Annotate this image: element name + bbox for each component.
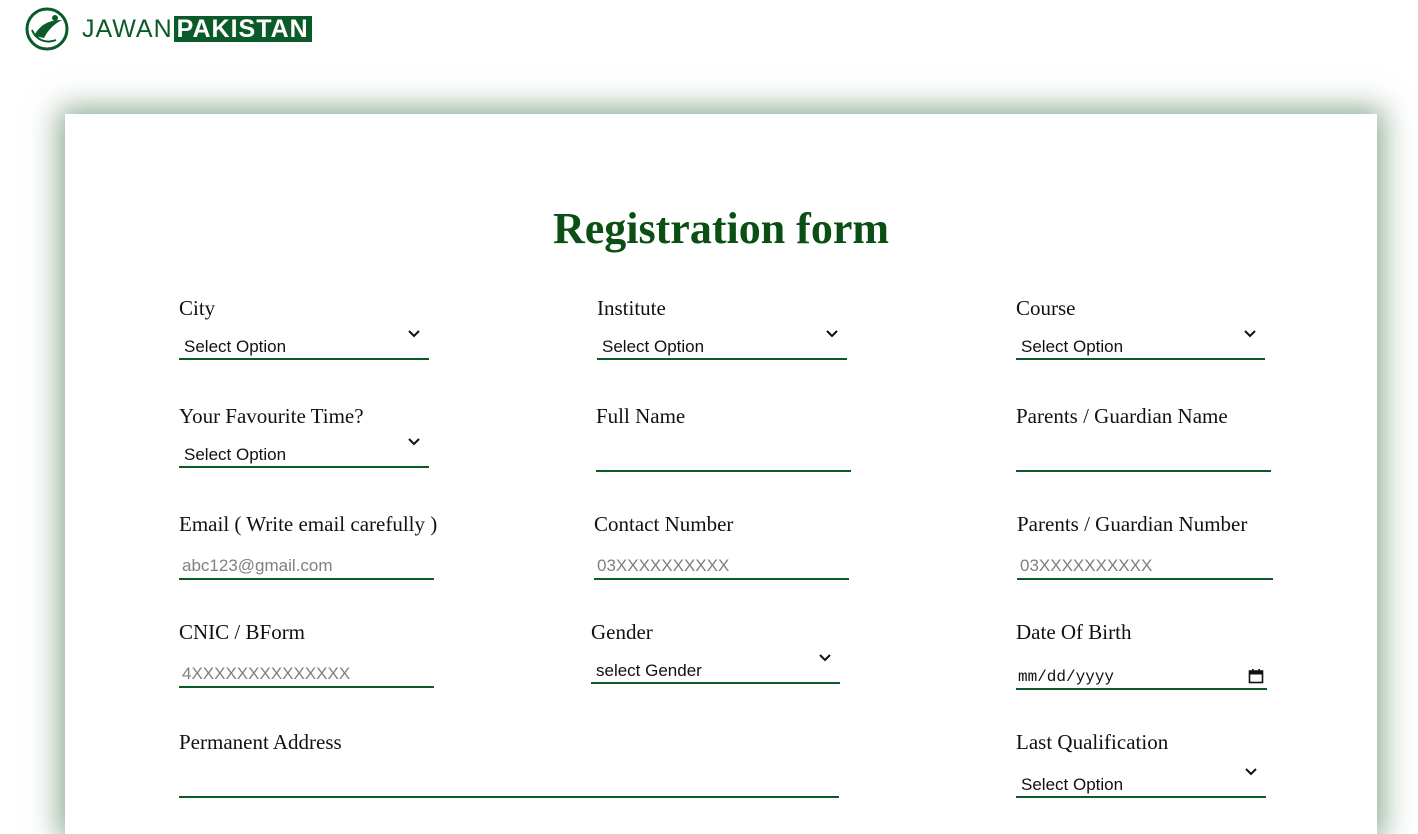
guardian-number-field: Parents / Guardian Number 03XXXXXXXXXX bbox=[1017, 512, 1273, 582]
last-qualification-select[interactable]: Select Option bbox=[1016, 766, 1266, 798]
institute-select-value: Select Option bbox=[602, 337, 705, 356]
last-qualification-label: Last Qualification bbox=[1016, 730, 1169, 754]
dob-input[interactable]: mm/dd/yyyy bbox=[1016, 658, 1267, 690]
cnic-field: CNIC / BForm 4XXXXXXXXXXXXXX bbox=[179, 620, 434, 690]
contact-number-placeholder: 03XXXXXXXXXX bbox=[597, 556, 730, 575]
city-label: City bbox=[179, 296, 216, 320]
full-name-field: Full Name bbox=[596, 404, 851, 474]
guardian-name-field: Parents / Guardian Name bbox=[1016, 404, 1271, 474]
last-qualification-field: Last Qualification Select Option bbox=[1016, 730, 1266, 802]
chevron-down-icon bbox=[819, 654, 831, 662]
gender-field: Gender select Gender bbox=[591, 620, 840, 690]
favourite-time-select-value: Select Option bbox=[184, 445, 287, 464]
brand-name-part1: JAWAN bbox=[82, 14, 173, 43]
dob-label: Date Of Birth bbox=[1016, 620, 1132, 644]
cnic-input[interactable]: 4XXXXXXXXXXXXXX bbox=[179, 656, 434, 688]
email-input[interactable]: abc123@gmail.com bbox=[179, 548, 434, 580]
logo-icon bbox=[25, 7, 69, 51]
address-label: Permanent Address bbox=[179, 730, 342, 754]
guardian-name-label: Parents / Guardian Name bbox=[1016, 404, 1228, 428]
chevron-down-icon bbox=[408, 330, 420, 338]
favourite-time-label: Your Favourite Time? bbox=[179, 404, 364, 428]
guardian-number-placeholder: 03XXXXXXXXXX bbox=[1020, 556, 1153, 575]
gender-select-value: select Gender bbox=[596, 661, 702, 680]
city-select[interactable]: Select Option bbox=[179, 328, 429, 360]
brand-name-part2: PAKISTAN bbox=[173, 16, 312, 42]
last-qualification-select-value: Select Option bbox=[1021, 775, 1124, 794]
favourite-time-field: Your Favourite Time? Select Option bbox=[179, 404, 429, 474]
contact-number-label: Contact Number bbox=[594, 512, 734, 536]
chevron-down-icon bbox=[1245, 768, 1257, 776]
course-select-value: Select Option bbox=[1021, 337, 1124, 356]
favourite-time-select[interactable]: Select Option bbox=[179, 436, 429, 468]
guardian-name-input[interactable] bbox=[1016, 440, 1271, 472]
cnic-placeholder: 4XXXXXXXXXXXXXX bbox=[182, 664, 351, 683]
email-label: Email ( Write email carefully ) bbox=[179, 512, 438, 536]
full-name-input[interactable] bbox=[596, 440, 851, 472]
gender-label: Gender bbox=[591, 620, 653, 644]
full-name-label: Full Name bbox=[596, 404, 686, 428]
brand-name: JAWAN PAKISTAN bbox=[82, 15, 312, 44]
institute-label: Institute bbox=[597, 296, 666, 320]
course-select[interactable]: Select Option bbox=[1016, 328, 1265, 360]
dob-placeholder: mm/dd/yyyy bbox=[1018, 668, 1115, 686]
email-placeholder: abc123@gmail.com bbox=[182, 556, 333, 575]
chevron-down-icon bbox=[1244, 330, 1256, 338]
email-field: Email ( Write email carefully ) abc123@g… bbox=[179, 512, 479, 582]
guardian-number-label: Parents / Guardian Number bbox=[1017, 512, 1248, 536]
address-field: Permanent Address bbox=[179, 730, 839, 800]
guardian-number-input[interactable]: 03XXXXXXXXXX bbox=[1017, 548, 1273, 580]
institute-field: Institute Select Option bbox=[597, 296, 847, 366]
address-input[interactable] bbox=[179, 766, 839, 798]
contact-number-input[interactable]: 03XXXXXXXXXX bbox=[594, 548, 849, 580]
gender-select[interactable]: select Gender bbox=[591, 652, 840, 684]
cnic-label: CNIC / BForm bbox=[179, 620, 306, 644]
course-label: Course bbox=[1016, 296, 1076, 320]
calendar-icon[interactable] bbox=[1248, 668, 1264, 684]
dob-field: Date Of Birth mm/dd/yyyy bbox=[1016, 620, 1267, 692]
course-field: Course Select Option bbox=[1016, 296, 1265, 366]
city-field: City Select Option bbox=[179, 296, 429, 366]
city-select-value: Select Option bbox=[184, 337, 287, 356]
contact-number-field: Contact Number 03XXXXXXXXXX bbox=[594, 512, 849, 582]
registration-card: Registration form City Select Option Ins… bbox=[65, 114, 1377, 834]
chevron-down-icon bbox=[408, 438, 420, 446]
page-title: Registration form bbox=[552, 204, 889, 253]
institute-select[interactable]: Select Option bbox=[597, 328, 847, 360]
brand-logo[interactable]: JAWAN PAKISTAN bbox=[24, 6, 312, 52]
chevron-down-icon bbox=[826, 330, 838, 338]
